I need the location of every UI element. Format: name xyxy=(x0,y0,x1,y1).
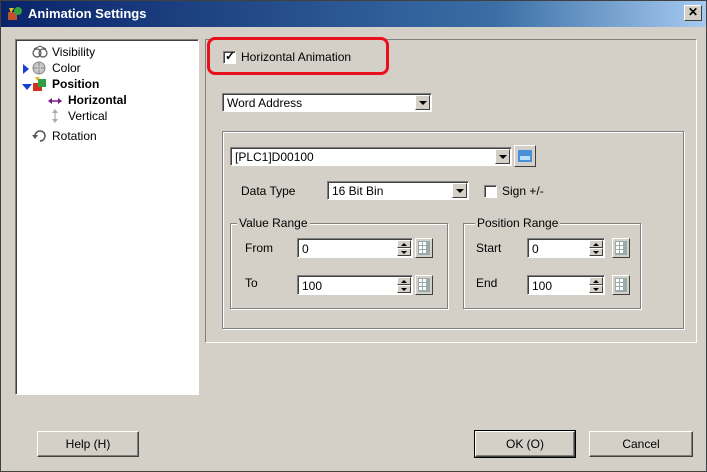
chevron-down-icon xyxy=(456,189,464,193)
tree-item-label: Horizontal xyxy=(68,93,127,107)
spin-buttons[interactable] xyxy=(397,277,411,293)
horizontal-animation-checkbox[interactable]: ✓ xyxy=(223,49,236,64)
tree-item-label: Visibility xyxy=(52,45,96,59)
check-icon: ✓ xyxy=(225,49,236,63)
sign-label: Sign +/- xyxy=(502,184,544,198)
position-range-groupbox xyxy=(463,223,641,309)
end-keypad-button[interactable] xyxy=(612,275,630,295)
tree-item-label: Position xyxy=(52,77,100,91)
vertical-arrow-icon xyxy=(50,109,64,123)
spin-buttons[interactable] xyxy=(589,277,603,293)
close-button[interactable]: ✕ xyxy=(684,5,702,21)
to-spinner[interactable]: 100 xyxy=(297,275,413,295)
address-type-value: Word Address xyxy=(227,96,303,110)
spin-down-button[interactable] xyxy=(589,248,603,256)
address-type-select[interactable]: Word Address xyxy=(222,93,432,112)
spin-down-button[interactable] xyxy=(397,248,411,256)
tree-item-label: Color xyxy=(52,61,81,75)
app-icon xyxy=(7,6,23,22)
animation-settings-dialog: Animation Settings ✕ Visibility Color Po… xyxy=(0,0,707,472)
address-select[interactable]: [PLC1]D00100 xyxy=(230,147,512,166)
end-spinner[interactable]: 100 xyxy=(527,275,605,295)
from-keypad-button[interactable] xyxy=(415,238,433,258)
spin-buttons[interactable] xyxy=(397,240,411,256)
keypad-icon xyxy=(418,241,430,255)
start-spinner[interactable]: 0 xyxy=(527,238,605,258)
sign-checkbox[interactable] xyxy=(484,185,497,198)
cancel-button[interactable]: Cancel xyxy=(589,431,693,457)
from-label: From xyxy=(245,241,273,255)
chevron-down-icon xyxy=(419,101,427,105)
end-value: 100 xyxy=(532,279,553,293)
value-range-label: Value Range xyxy=(237,216,310,230)
window-title: Animation Settings xyxy=(28,6,147,21)
category-tree: Visibility Color Position Horizontal Ver… xyxy=(15,39,199,395)
dropdown-button[interactable] xyxy=(452,183,467,198)
start-value: 0 xyxy=(532,242,539,256)
address-entry-icon xyxy=(518,150,532,162)
title-bar: Animation Settings ✕ xyxy=(1,1,706,27)
data-type-select[interactable]: 16 Bit Bin xyxy=(327,181,469,200)
tree-item-label: Rotation xyxy=(52,129,97,143)
help-button[interactable]: Help (H) xyxy=(37,431,139,457)
dropdown-button[interactable] xyxy=(495,149,510,164)
address-input-button[interactable] xyxy=(514,145,536,167)
value-range-groupbox xyxy=(230,223,448,309)
spin-down-button[interactable] xyxy=(589,285,603,293)
close-icon: ✕ xyxy=(687,5,699,19)
from-spinner[interactable]: 0 xyxy=(297,238,413,258)
horizontal-animation-label: Horizontal Animation xyxy=(241,50,352,64)
spin-down-button[interactable] xyxy=(397,285,411,293)
keypad-icon xyxy=(615,241,627,255)
keypad-icon xyxy=(418,278,430,292)
ok-button[interactable]: OK (O) xyxy=(474,430,576,458)
spin-up-button[interactable] xyxy=(589,277,603,285)
start-label: Start xyxy=(476,241,502,255)
eye-icon xyxy=(32,45,48,59)
tree-item-label: Vertical xyxy=(68,109,108,123)
spin-up-button[interactable] xyxy=(397,277,411,285)
to-keypad-button[interactable] xyxy=(415,275,433,295)
data-type-value: 16 Bit Bin xyxy=(332,184,384,198)
rotation-icon xyxy=(32,129,46,143)
color-wheel-icon xyxy=(32,61,46,75)
start-keypad-button[interactable] xyxy=(612,238,630,258)
data-type-label: Data Type xyxy=(241,184,296,198)
spin-buttons[interactable] xyxy=(589,240,603,256)
from-value: 0 xyxy=(302,242,309,256)
keypad-icon xyxy=(615,278,627,292)
position-icon xyxy=(32,77,46,91)
position-range-label: Position Range xyxy=(475,216,561,230)
dropdown-button[interactable] xyxy=(415,95,430,110)
spin-up-button[interactable] xyxy=(589,240,603,248)
end-label: End xyxy=(476,276,498,290)
to-value: 100 xyxy=(302,279,323,293)
chevron-down-icon xyxy=(499,155,507,159)
spin-up-button[interactable] xyxy=(397,240,411,248)
to-label: To xyxy=(245,276,258,290)
address-value: [PLC1]D00100 xyxy=(235,150,314,164)
horizontal-arrow-icon xyxy=(48,94,62,108)
